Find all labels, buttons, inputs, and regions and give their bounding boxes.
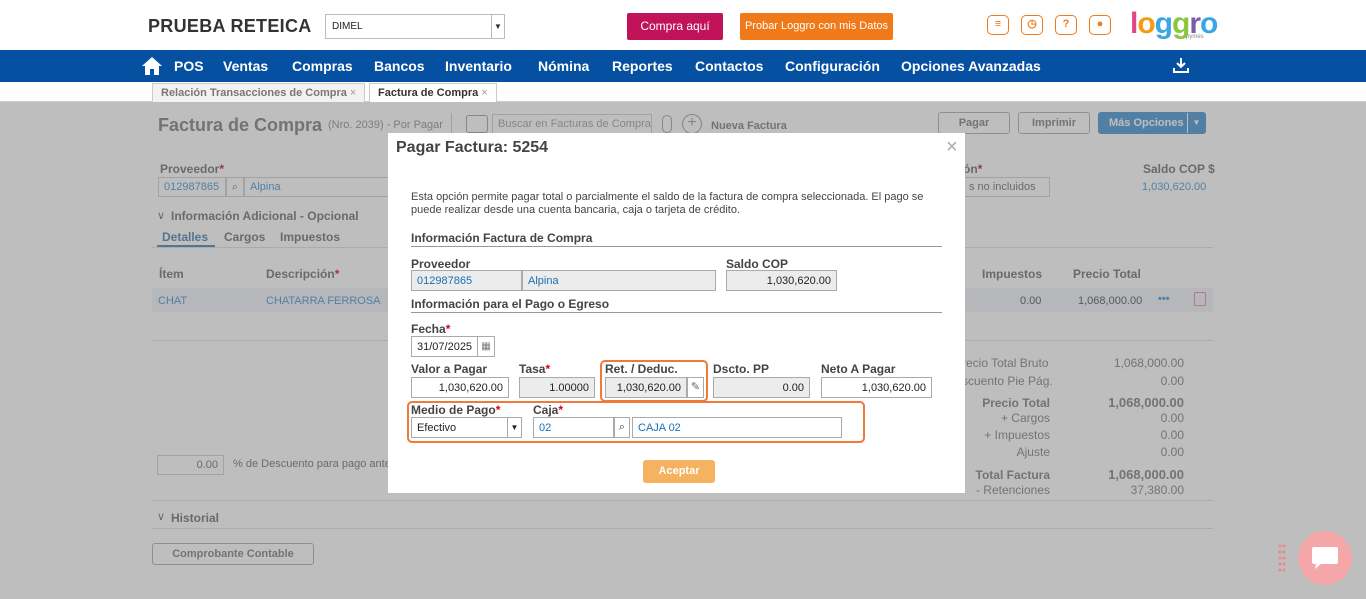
calendar-icon[interactable]: ▦: [477, 337, 494, 356]
pago-highlight: [407, 401, 865, 443]
fecha-value: 31/07/2025: [417, 341, 473, 353]
saldo-field: 1,030,620.00: [726, 270, 837, 291]
proveedor-label: Proveedor: [411, 257, 471, 271]
proveedor-name-field: Alpina: [522, 270, 716, 291]
tab-relacion-transacciones[interactable]: Relación Transacciones de Compra ×: [152, 83, 366, 103]
nav-compras[interactable]: Compras: [292, 58, 353, 74]
download-icon[interactable]: [1172, 56, 1190, 74]
tasa-field: 1.00000: [519, 377, 595, 398]
probar-loggro-button[interactable]: Probar Loggro con mis Datos: [740, 13, 893, 40]
modal-title: Pagar Factura: 5254: [396, 139, 549, 156]
empresa-select-value: DIMEL: [332, 21, 363, 32]
aceptar-button[interactable]: Aceptar: [643, 460, 715, 483]
tab-label: Factura de Compra: [378, 87, 479, 99]
chevron-down-icon[interactable]: ▼: [491, 15, 504, 38]
pagar-factura-modal: Pagar Factura: 5254 × Esta opción permit…: [388, 133, 965, 493]
chat-bubble-button[interactable]: [1298, 531, 1352, 585]
fecha-label: Fecha*: [411, 322, 451, 336]
clock-icon[interactable]: ◷: [1021, 15, 1043, 35]
nav-contactos[interactable]: Contactos: [695, 58, 763, 74]
tabs-bar: Relación Transacciones de Compra × Factur…: [0, 82, 1366, 103]
nav-nomina[interactable]: Nómina: [538, 58, 589, 74]
nav-reportes[interactable]: Reportes: [612, 58, 673, 74]
compra-aqui-button[interactable]: Compra aquí: [627, 13, 723, 40]
dscto-label: Dscto. PP: [713, 362, 770, 376]
logo-subtitle: pymes: [1186, 34, 1204, 40]
home-icon[interactable]: [141, 55, 163, 77]
loggro-logo: loggro: [1130, 7, 1218, 40]
section-info-pago: Información para el Pago o Egreso: [411, 297, 610, 311]
nav-inventario[interactable]: Inventario: [445, 58, 512, 74]
nav-configuracion[interactable]: Configuración: [785, 58, 880, 74]
drag-handle-icon[interactable]: [1278, 543, 1286, 573]
nav-pos[interactable]: POS: [174, 58, 204, 74]
close-icon[interactable]: ×: [350, 87, 356, 99]
valor-label: Valor a Pagar: [411, 362, 488, 376]
dscto-field: 0.00: [713, 377, 810, 398]
ret-deduc-highlight: [600, 360, 708, 402]
list-icon[interactable]: ≡: [987, 15, 1009, 35]
section-info-factura: Información Factura de Compra: [411, 231, 593, 245]
help-icon[interactable]: ?: [1055, 15, 1077, 35]
user-icon[interactable]: ●: [1089, 15, 1111, 35]
valor-input[interactable]: 1,030,620.00: [411, 377, 509, 398]
neto-label: Neto A Pagar: [821, 362, 896, 376]
neto-field: 1,030,620.00: [821, 377, 932, 398]
proveedor-code-field: 012987865: [411, 270, 522, 291]
saldo-label: Saldo COP: [726, 257, 789, 271]
tab-factura-compra[interactable]: Factura de Compra ×: [369, 83, 497, 103]
nav-ventas[interactable]: Ventas: [223, 58, 268, 74]
close-icon[interactable]: ×: [946, 136, 958, 159]
tab-label: Relación Transacciones de Compra: [161, 87, 347, 99]
modal-description: Esta opción permite pagar total o parcia…: [411, 191, 924, 216]
fecha-input[interactable]: 31/07/2025 ▦: [411, 336, 495, 357]
company-name: PRUEBA RETEICA: [148, 16, 312, 36]
empresa-select[interactable]: DIMEL ▼: [325, 14, 505, 39]
main-nav: POS Ventas Compras Bancos Inventario Nóm…: [0, 50, 1366, 82]
tasa-label: Tasa*: [519, 362, 551, 376]
nav-bancos[interactable]: Bancos: [374, 58, 425, 74]
nav-opciones-avanzadas[interactable]: Opciones Avanzadas: [901, 58, 1041, 74]
top-bar: PRUEBA RETEICA DIMEL ▼ Compra aquí Proba…: [0, 0, 1366, 50]
close-icon[interactable]: ×: [481, 87, 487, 99]
chat-icon: [1312, 547, 1338, 569]
